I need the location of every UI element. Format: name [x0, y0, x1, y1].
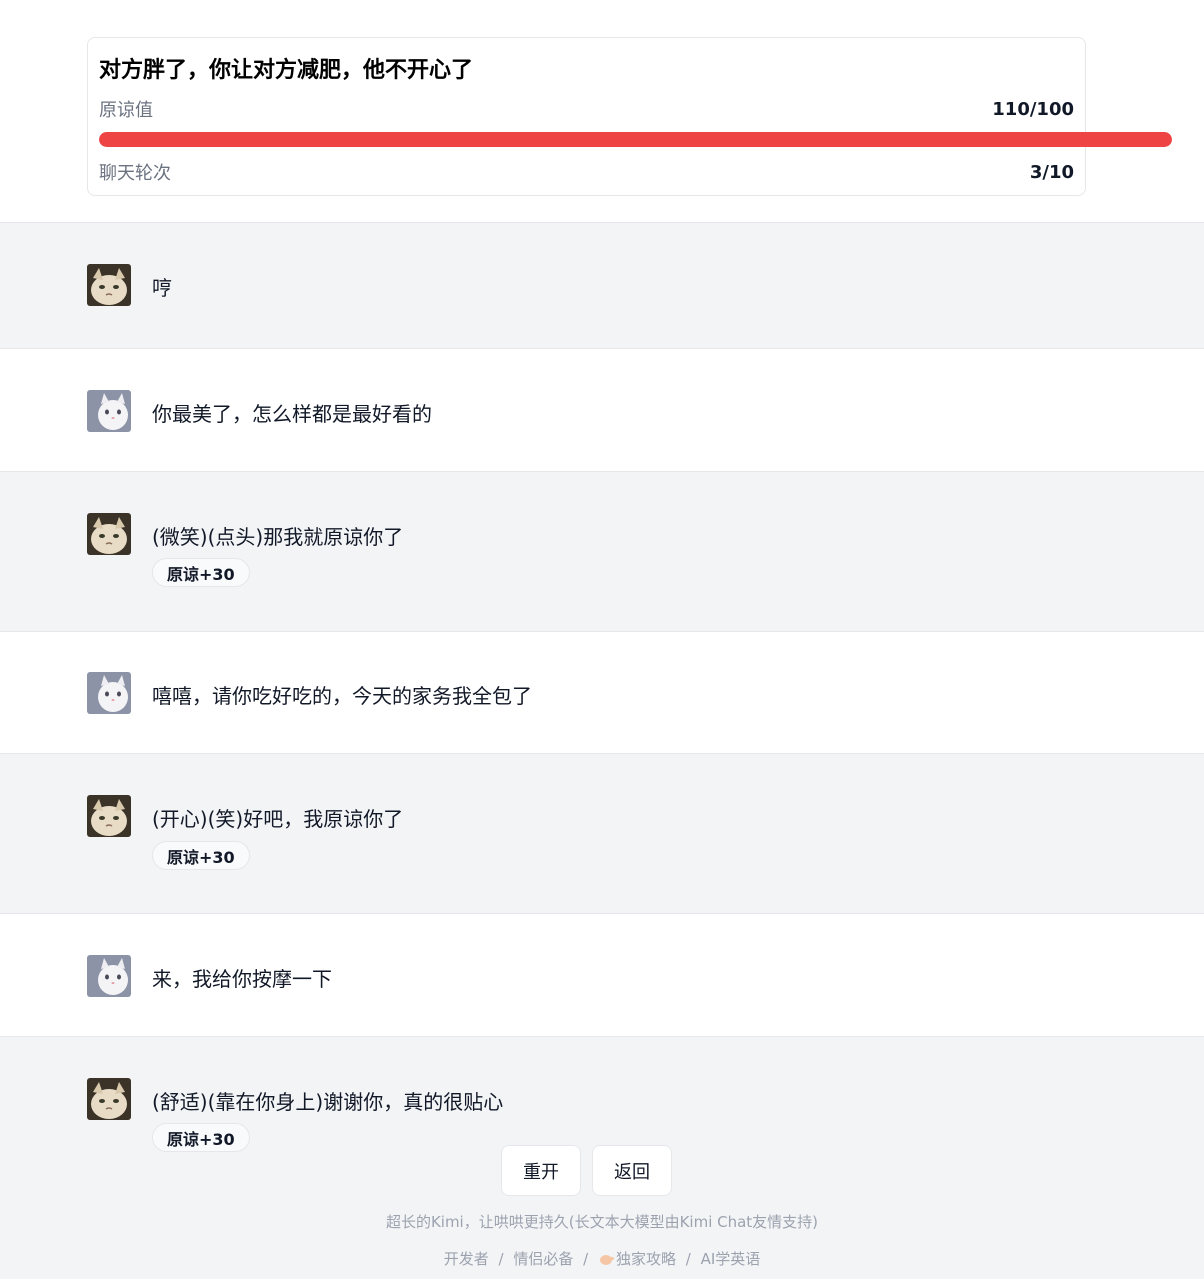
forgiveness-badge: 原谅+30 [152, 1123, 250, 1152]
white-cat-avatar [87, 955, 131, 997]
chat-message-user: 嘻嘻，请你吃好吃的，今天的家务我全包了 [0, 631, 1204, 753]
separator: / [685, 1250, 691, 1268]
strategy-link-label: 独家攻略 [615, 1250, 676, 1268]
rounds-label: 聊天轮次 [99, 163, 171, 184]
message-text: 嘻嘻，请你吃好吃的，今天的家务我全包了 [152, 684, 532, 708]
message-text: (开心)(笑)好吧，我原谅你了 [152, 807, 404, 831]
footer-note: 超长的Kimi，让哄哄更持久(长文本大模型由Kimi Chat友情支持) [385, 1213, 819, 1231]
message-text: (舒适)(靠在你身上)谢谢你，真的很贴心 [152, 1090, 504, 1114]
grumpy-cat-avatar [87, 795, 131, 837]
rounds-value: 3/10 [1029, 161, 1074, 183]
ai-english-link[interactable]: AI学英语 [701, 1250, 761, 1268]
chat-message-partner: 哼 [0, 222, 1204, 348]
message-text: 来，我给你按摩一下 [152, 967, 332, 991]
chat-message-user: 来，我给你按摩一下 [0, 913, 1204, 1036]
grumpy-cat-avatar [87, 264, 131, 306]
rounds-row: 聊天轮次 3/10 [99, 159, 1074, 185]
white-cat-avatar [87, 390, 131, 432]
pointing-hand-icon [599, 1255, 614, 1265]
forgiveness-badge: 原谅+30 [152, 558, 250, 587]
forgiveness-progress-fill [99, 132, 1172, 147]
forgiveness-row: 原谅值 110/100 [99, 96, 1074, 122]
separator: / [498, 1250, 504, 1268]
developer-link[interactable]: 开发者 [444, 1250, 489, 1268]
forgiveness-label: 原谅值 [99, 100, 153, 121]
couples-link[interactable]: 情侣必备 [513, 1250, 573, 1268]
grumpy-cat-avatar [87, 513, 131, 555]
strategy-link[interactable]: 独家攻略 [598, 1250, 676, 1268]
grumpy-cat-avatar [87, 1078, 131, 1120]
chat-message-user: 你最美了，怎么样都是最好看的 [0, 348, 1204, 471]
white-cat-avatar [87, 672, 131, 714]
separator: / [583, 1250, 589, 1268]
forgiveness-value: 110/100 [992, 98, 1074, 120]
game-page: 对方胖了，你让对方减肥，他不开心了 原谅值 110/100 聊天轮次 3/10 … [0, 0, 1204, 1279]
restart-button[interactable]: 重开 [501, 1145, 581, 1196]
message-text: 哼 [152, 276, 172, 300]
chat-message-partner: (微笑)(点头)那我就原谅你了 原谅+30 [0, 471, 1204, 631]
forgiveness-progress-bar [99, 132, 1172, 147]
back-button[interactable]: 返回 [592, 1145, 672, 1196]
message-text: (微笑)(点头)那我就原谅你了 [152, 525, 404, 549]
chat-message-partner: (开心)(笑)好吧，我原谅你了 原谅+30 [0, 753, 1204, 913]
scenario-title: 对方胖了，你让对方减肥，他不开心了 [99, 58, 474, 83]
footer-links: 开发者 / 情侣必备 / 独家攻略 / AI学英语 [0, 1248, 1204, 1269]
forgiveness-badge: 原谅+30 [152, 841, 250, 870]
message-text: 你最美了，怎么样都是最好看的 [152, 402, 432, 426]
status-card: 对方胖了，你让对方减肥，他不开心了 原谅值 110/100 聊天轮次 3/10 [87, 37, 1172, 196]
